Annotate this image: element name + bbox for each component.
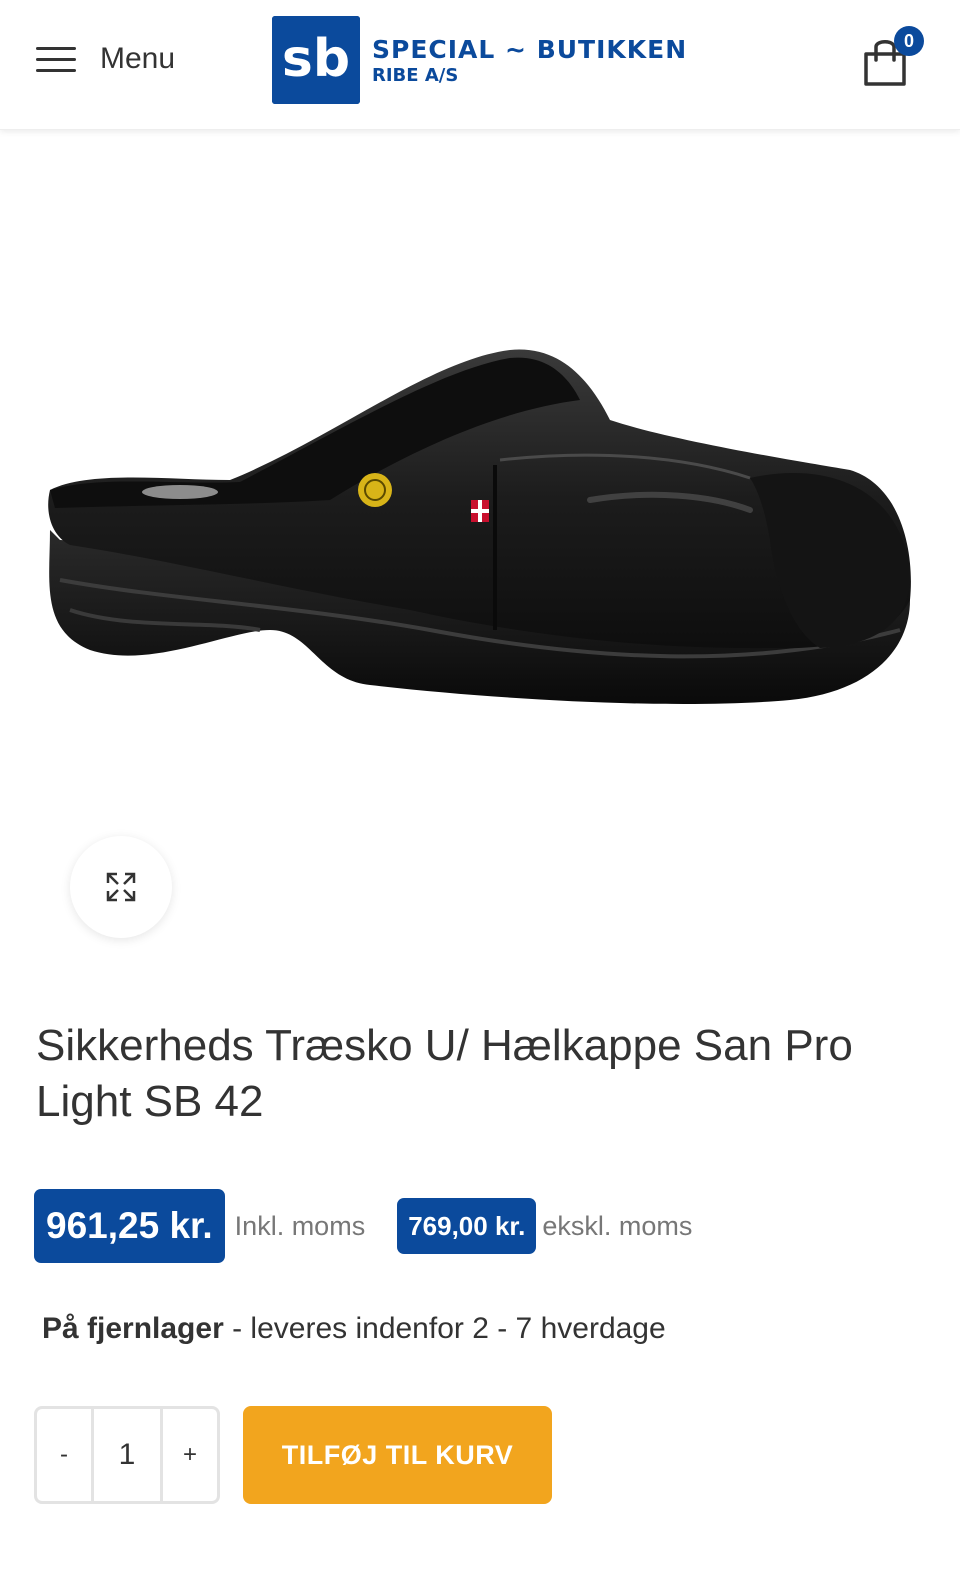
stock-status: På fjernlager - leveres indenfor 2 - 7 h… (42, 1312, 666, 1346)
menu-label: Menu (100, 42, 176, 75)
cart-count-badge: 0 (894, 26, 924, 56)
add-to-cart-button[interactable]: TILFØJ TIL KURV (243, 1406, 552, 1504)
expand-icon (106, 872, 136, 902)
quantity-stepper: - 1 + (34, 1406, 220, 1504)
hamburger-icon (36, 43, 78, 75)
menu-button[interactable]: Menu (36, 38, 175, 80)
quantity-increase-button[interactable]: + (163, 1409, 217, 1501)
quantity-decrease-button[interactable]: - (37, 1409, 91, 1501)
logo-mark-text: sb (282, 29, 350, 89)
site-header: Menu sb SPECIAL ~ BUTIKKEN RIBE A/S 0 (0, 0, 960, 130)
delivery-time: leveres indenfor 2 - 7 hverdage (250, 1312, 666, 1345)
quantity-input[interactable]: 1 (91, 1409, 163, 1501)
price-incl-vat: 961,25 kr. (34, 1189, 225, 1263)
product-title: Sikkerheds Træsko U/ Hælkappe San Pro Li… (36, 1021, 853, 1126)
stock-separator: - (223, 1312, 251, 1345)
price-excl-label: ekskl. moms (542, 1210, 693, 1241)
price-incl-label: Inkl. moms (234, 1210, 366, 1241)
site-logo[interactable]: sb SPECIAL ~ BUTIKKEN RIBE A/S (272, 16, 687, 104)
safety-clog-image (48, 349, 911, 705)
logo-name: SPECIAL ~ BUTIKKEN (372, 34, 688, 64)
logo-subtitle: RIBE A/S (372, 64, 459, 86)
logo-mark: sb (272, 16, 360, 104)
stock-status-label: På fjernlager (42, 1312, 224, 1345)
product-image[interactable] (30, 330, 920, 730)
price-row: 961,25 kr. Inkl. moms 769,00 kr. ekskl. … (34, 1188, 692, 1264)
zoom-image-button[interactable] (70, 836, 172, 938)
cart-button[interactable]: 0 (860, 26, 930, 86)
price-excl-vat: 769,00 kr. (397, 1198, 537, 1254)
